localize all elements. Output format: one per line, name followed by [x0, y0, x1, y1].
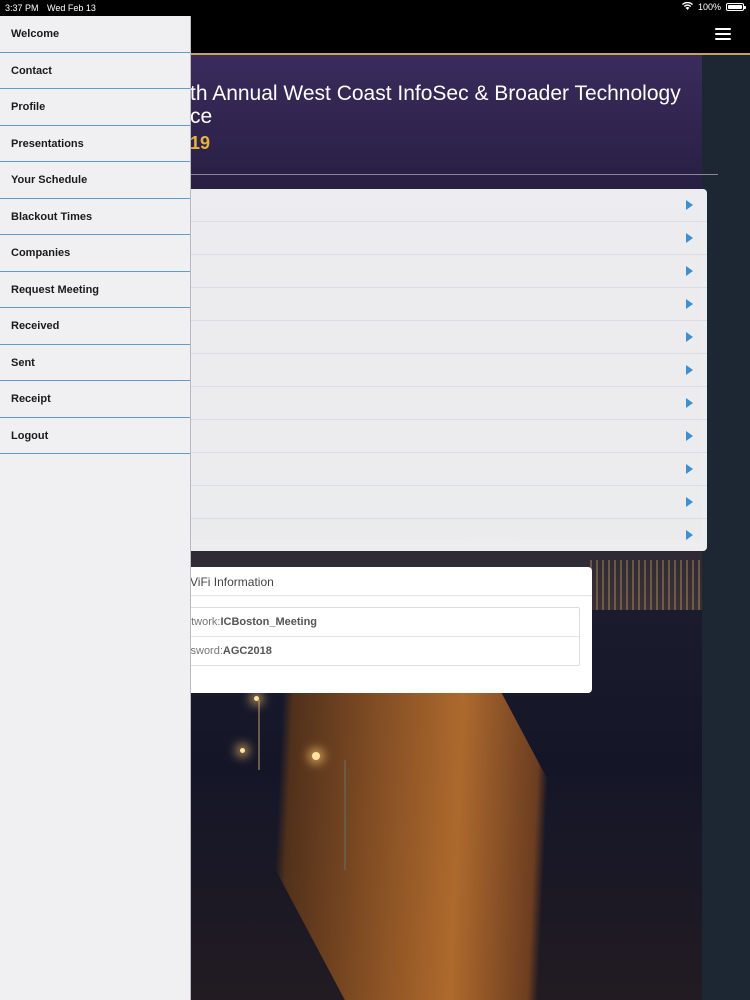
- menu-item-logout[interactable]: Logout: [0, 418, 190, 454]
- lamp-post: [258, 700, 260, 770]
- wifi-network-value: ICBoston_Meeting: [220, 616, 318, 628]
- chevron-right-icon: [686, 332, 693, 342]
- status-bar: 3:37 PM Wed Feb 13 100%: [0, 0, 750, 16]
- menu-item-receipt[interactable]: Receipt: [0, 381, 190, 418]
- hamburger-line: [715, 28, 731, 30]
- chevron-right-icon: [686, 266, 693, 276]
- hamburger-line: [715, 38, 731, 40]
- navigation-list: [190, 189, 707, 551]
- chevron-right-icon: [686, 464, 693, 474]
- menu-item-welcome[interactable]: Welcome: [0, 16, 190, 53]
- battery-percent: 100%: [697, 2, 721, 12]
- list-item[interactable]: [190, 222, 707, 255]
- conference-date: 19: [190, 133, 211, 153]
- wifi-password-value: AGC2018: [222, 645, 272, 657]
- lamp-light: [240, 748, 245, 753]
- menu-item-received[interactable]: Received: [0, 308, 190, 345]
- status-right: 100%: [681, 1, 746, 12]
- menu-item-profile[interactable]: Profile: [0, 89, 190, 126]
- chevron-right-icon: [686, 530, 693, 540]
- list-item[interactable]: [190, 288, 707, 321]
- hamburger-icon[interactable]: [715, 28, 731, 40]
- menu-item-sent[interactable]: Sent: [0, 345, 190, 381]
- menu-item-companies[interactable]: Companies: [0, 235, 190, 272]
- menu-item-your-schedule[interactable]: Your Schedule: [0, 162, 190, 199]
- list-item[interactable]: [190, 189, 707, 222]
- wifi-network-row: etwork: ICBoston_Meeting: [181, 608, 579, 637]
- lamp-light: [254, 696, 259, 701]
- chevron-right-icon: [686, 398, 693, 408]
- menu-item-contact[interactable]: Contact: [0, 53, 190, 89]
- battery-icon: [726, 3, 746, 11]
- list-item[interactable]: [190, 519, 707, 552]
- menu-item-blackout-times[interactable]: Blackout Times: [0, 199, 190, 235]
- wifi-info-card: ViFi Information etwork: ICBoston_Meetin…: [180, 567, 592, 693]
- lamp-light: [312, 752, 320, 760]
- list-item[interactable]: [190, 321, 707, 354]
- list-item[interactable]: [190, 453, 707, 486]
- right-edge-strip: [702, 55, 750, 1000]
- app-screen: 3:37 PM Wed Feb 13 100% th Annual West C…: [0, 0, 750, 1000]
- conference-title: th Annual West Coast InfoSec & Broader T…: [190, 82, 681, 128]
- wifi-icon: [681, 1, 693, 12]
- status-date: Wed Feb 13: [47, 3, 96, 13]
- chevron-right-icon: [686, 365, 693, 375]
- wifi-details: etwork: ICBoston_Meeting ssword: AGC2018: [180, 607, 580, 666]
- menu-item-request-meeting[interactable]: Request Meeting: [0, 272, 190, 308]
- list-item[interactable]: [190, 354, 707, 387]
- lamp-post: [344, 760, 346, 870]
- chevron-right-icon: [686, 200, 693, 210]
- wifi-card-title: ViFi Information: [190, 567, 592, 596]
- divider: [190, 174, 718, 175]
- list-item[interactable]: [190, 420, 707, 453]
- list-item[interactable]: [190, 486, 707, 519]
- list-item[interactable]: [190, 387, 707, 420]
- city-lights-image: [590, 560, 702, 610]
- chevron-right-icon: [686, 431, 693, 441]
- hamburger-line: [715, 33, 731, 35]
- chevron-right-icon: [686, 233, 693, 243]
- chevron-right-icon: [686, 497, 693, 507]
- chevron-right-icon: [686, 299, 693, 309]
- menu-item-presentations[interactable]: Presentations: [0, 126, 190, 162]
- wifi-password-row: ssword: AGC2018: [181, 637, 579, 666]
- status-time: 3:37 PM: [5, 3, 39, 13]
- list-item[interactable]: [190, 255, 707, 288]
- side-menu: Welcome Contact Profile Presentations Yo…: [0, 16, 191, 1000]
